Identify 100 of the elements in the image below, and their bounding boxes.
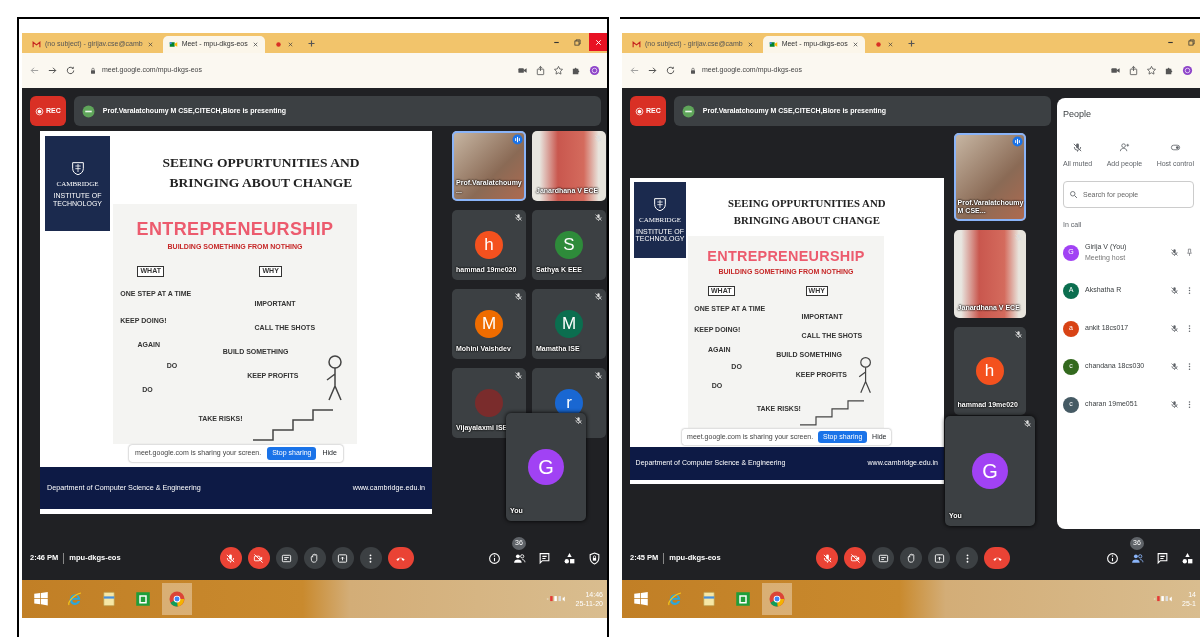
mic-off-icon [514, 292, 523, 301]
reload-icon[interactable] [665, 65, 676, 76]
puzzle-icon[interactable] [571, 65, 582, 76]
restore-icon [1186, 37, 1196, 47]
leave-call-button[interactable] [984, 547, 1010, 569]
avatar: G [528, 449, 564, 485]
slide-title: BRINGING ABOUT CHANGE [169, 174, 353, 193]
microphone-button[interactable] [219, 547, 242, 569]
mail-icon [632, 40, 641, 49]
tray-icons-drawing [546, 594, 566, 604]
mic-off-icon [225, 552, 236, 564]
browser-icon [66, 590, 84, 608]
close-icon[interactable] [746, 41, 754, 48]
speaking-icon [512, 134, 523, 145]
panel-title: People [1063, 108, 1093, 121]
camera-button[interactable] [844, 547, 866, 569]
back-icon[interactable] [629, 65, 640, 76]
presenter-avatar-icon [681, 104, 695, 118]
mic-off-icon[interactable] [1170, 400, 1179, 409]
camera-icon[interactable] [517, 65, 528, 76]
slide-title: BRINGING ABOUT CHANGE [733, 212, 880, 228]
mic-off-icon [1072, 141, 1084, 153]
more-options-button[interactable] [956, 547, 978, 569]
chat-icon [538, 551, 551, 565]
more-options-button[interactable] [359, 547, 382, 569]
speaking-icon [1011, 136, 1023, 147]
forward-icon[interactable] [47, 65, 58, 76]
people-icon [513, 551, 526, 565]
mic-off-icon [594, 213, 603, 222]
share-icon[interactable] [535, 65, 546, 76]
sketch-heading: ENTREPRENEURSHIP [135, 218, 335, 241]
chrome-app-button[interactable] [162, 583, 192, 615]
star-icon[interactable] [1146, 65, 1157, 76]
crest-icon [69, 159, 86, 176]
star-icon[interactable] [553, 65, 564, 76]
close-icon[interactable] [286, 41, 294, 48]
puzzle-icon[interactable] [1164, 65, 1175, 76]
new-tab-icon[interactable] [906, 38, 916, 48]
info-icon [488, 551, 501, 565]
info-icon [1106, 551, 1119, 565]
record-dot-icon [873, 40, 883, 49]
record-icon [635, 106, 644, 116]
slide-title: SEEING OPPURTUNITIES AND [728, 196, 886, 212]
reload-icon[interactable] [65, 65, 76, 76]
mic-off-icon[interactable] [1170, 286, 1179, 295]
captions-button[interactable] [872, 547, 894, 569]
profile-avatar-icon[interactable] [589, 65, 600, 76]
shapes-icon [563, 551, 576, 565]
lock-icon [689, 66, 697, 75]
chrome-app-button[interactable] [762, 583, 792, 615]
mic-off-icon [1023, 419, 1032, 428]
folder-icon [100, 590, 118, 608]
close-icon[interactable] [146, 41, 154, 48]
mic-off-icon[interactable] [1170, 248, 1179, 257]
raise-hand-button[interactable] [900, 547, 922, 569]
camera-icon[interactable] [1110, 65, 1121, 76]
raise-hand-button[interactable] [303, 547, 326, 569]
folder-icon [700, 590, 718, 608]
microphone-button[interactable] [816, 547, 838, 569]
mic-off-icon [1013, 330, 1023, 339]
people-icon [1131, 551, 1144, 565]
store-icon [134, 590, 152, 608]
mic-off-icon[interactable] [1170, 362, 1179, 371]
photo-placeholder [475, 389, 503, 417]
close-window-button[interactable] [589, 33, 607, 51]
avatar: M [475, 310, 503, 338]
mic-off-icon [594, 371, 603, 380]
avatar: G [972, 453, 1008, 489]
forward-icon[interactable] [647, 65, 658, 76]
camera-off-icon [253, 552, 264, 564]
presenter-avatar-icon [81, 104, 95, 118]
back-icon[interactable] [29, 65, 40, 76]
captions-icon [281, 552, 292, 564]
avatar: h [475, 231, 503, 259]
record-dot-icon [273, 40, 283, 49]
captions-button[interactable] [275, 547, 298, 569]
new-tab-icon[interactable] [306, 38, 316, 48]
windows-icon [632, 590, 650, 608]
mic-off-icon[interactable] [1170, 324, 1179, 333]
shapes-icon [1181, 551, 1194, 565]
present-icon [933, 552, 945, 564]
restore-icon [572, 37, 582, 47]
camera-off-icon [849, 552, 861, 564]
close-icon[interactable] [851, 41, 859, 48]
tray-icons-drawing [1152, 594, 1172, 604]
share-icon[interactable] [1128, 65, 1139, 76]
search-icon [1069, 190, 1078, 199]
profile-avatar-icon[interactable] [1182, 65, 1193, 76]
close-icon[interactable] [886, 41, 894, 48]
leave-call-button[interactable] [387, 547, 414, 569]
pin-icon[interactable] [1185, 248, 1194, 257]
chrome-icon [168, 590, 186, 608]
video-icon [168, 40, 178, 49]
present-button[interactable] [928, 547, 950, 569]
mail-icon [32, 40, 41, 49]
record-icon [35, 106, 44, 116]
hand-icon [309, 552, 320, 564]
close-icon[interactable] [251, 41, 259, 48]
present-button[interactable] [331, 547, 354, 569]
camera-button[interactable] [247, 547, 270, 569]
